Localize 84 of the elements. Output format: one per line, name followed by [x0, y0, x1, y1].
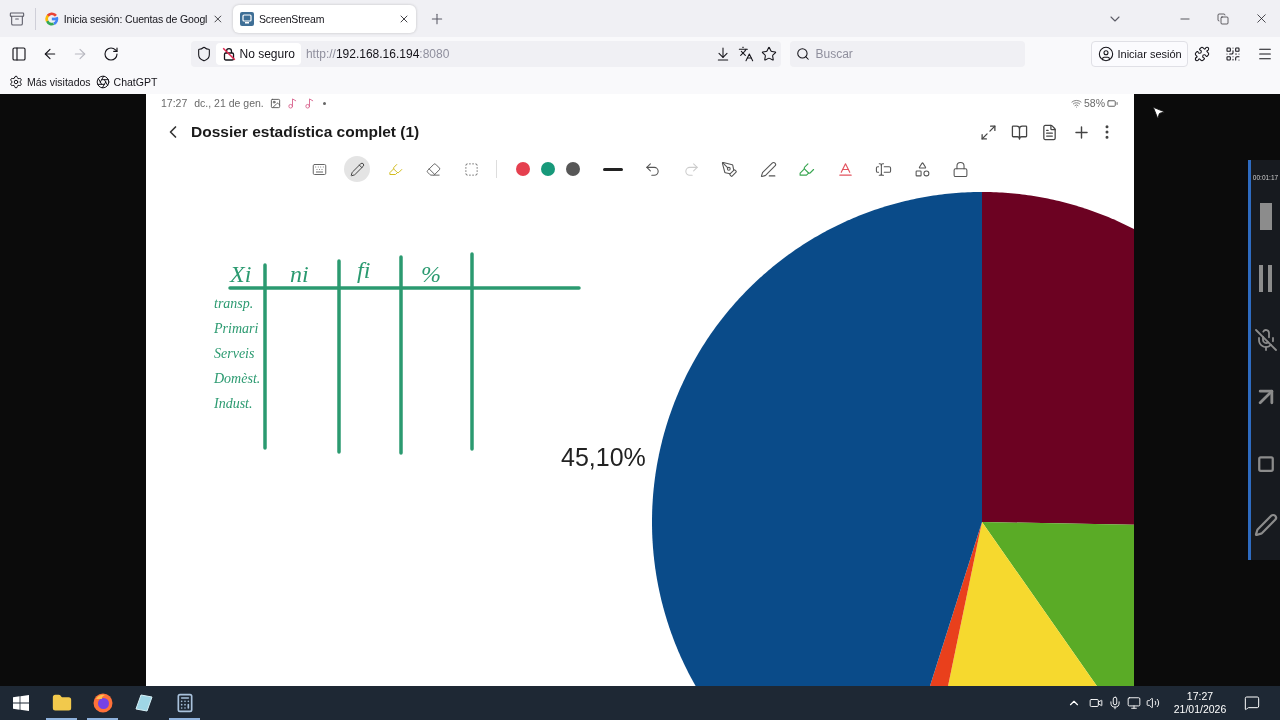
stop-icon[interactable] [1259, 203, 1272, 230]
image-icon [269, 97, 281, 109]
text-field-icon[interactable] [875, 160, 892, 178]
highlighter-icon [387, 161, 403, 177]
start-icon[interactable] [12, 695, 29, 711]
book-icon[interactable] [1010, 123, 1028, 141]
site-info-button[interactable]: No seguro [215, 42, 301, 65]
notification-icon[interactable] [1244, 695, 1260, 711]
wifi-icon [1071, 97, 1082, 109]
sidebar-icon[interactable] [11, 45, 27, 62]
pause-icon[interactable] [1259, 265, 1272, 292]
handwritten-header: fi [357, 258, 371, 282]
tilted-card-icon [134, 694, 153, 712]
settings-icon [9, 75, 23, 89]
square-icon[interactable] [1256, 455, 1275, 473]
volume-icon[interactable] [1146, 696, 1160, 710]
shapes-icon[interactable] [913, 160, 931, 178]
search-icon [795, 46, 810, 61]
handwritten-row-label: transp. [214, 297, 254, 311]
status-date: dc., 21 de gen. [194, 97, 264, 109]
undo-icon[interactable] [644, 160, 661, 178]
aperture-icon [95, 75, 110, 89]
pie-percent-label: 45,10% [561, 445, 646, 470]
star-icon[interactable] [760, 45, 777, 62]
round-logo-icon [92, 693, 113, 713]
color-swatch-icon[interactable] [541, 162, 555, 176]
mouse-pointer-icon [1151, 105, 1166, 120]
url-text: http://192.168.16.194:8080 [305, 46, 450, 61]
crossed-lock-icon [221, 46, 236, 61]
reload-icon[interactable] [102, 45, 119, 62]
handwritten-row-label: Domèst. [214, 372, 261, 386]
marker-icon[interactable] [798, 160, 815, 178]
expand-icon[interactable] [980, 123, 997, 141]
address-bar[interactable]: No seguro http://192.168.16.194:8080 [190, 40, 781, 67]
handwritten-header: Xi [230, 262, 252, 286]
line-width-icon[interactable] [603, 167, 623, 171]
mic-off-icon[interactable] [1253, 328, 1278, 352]
pen-line-icon[interactable] [759, 160, 777, 178]
music-note-icon [303, 97, 315, 109]
document-title: Dossier estadística complet (1) [191, 123, 420, 141]
document-icon[interactable] [1041, 123, 1058, 141]
handwritten-row-label: Serveis [214, 347, 255, 361]
pen-tool-button[interactable] [344, 156, 370, 182]
eraser-icon [425, 161, 441, 177]
battery-percent: 58% [1084, 97, 1105, 109]
browser-tab[interactable]: ScreenStream [233, 4, 416, 33]
account-icon [1097, 45, 1114, 62]
handwritten-header: ni [290, 262, 309, 286]
handwritten-row-label: Indust. [214, 397, 253, 411]
translate-icon[interactable] [737, 45, 754, 62]
text-style-icon[interactable] [836, 160, 854, 178]
camera-icon[interactable] [1089, 696, 1103, 710]
dot-icon [322, 101, 326, 105]
favicon-icon [240, 11, 254, 26]
monitor-icon[interactable] [1127, 696, 1141, 710]
archive-box-icon[interactable] [9, 10, 25, 27]
taskbar-time: 17:27 [1186, 690, 1214, 703]
handwritten-header: % [421, 262, 441, 286]
favicon-icon [45, 11, 59, 26]
search-field[interactable]: Buscar [789, 40, 1025, 67]
pen-icon[interactable] [1253, 513, 1278, 537]
pen-nib-icon[interactable] [721, 160, 738, 178]
taskbar-date: 21/01/2026 [1173, 703, 1227, 716]
puzzle-icon[interactable] [1193, 45, 1210, 62]
microphone-icon[interactable] [1108, 696, 1122, 710]
close-icon[interactable] [212, 12, 224, 25]
bookmark-link[interactable]: ChatGPT [95, 75, 158, 89]
handwritten-row-label: Primari [214, 322, 259, 336]
color-swatch-icon[interactable] [516, 162, 530, 176]
shield-icon[interactable] [195, 45, 212, 62]
bookmark-link[interactable]: Más visitados [9, 75, 91, 89]
color-swatch-icon[interactable] [566, 162, 580, 176]
music-note-icon [286, 97, 298, 109]
pencil-icon [349, 161, 365, 177]
browser-tab[interactable]: Inicia sesión: Cuentas de Googl [38, 4, 230, 33]
battery-icon [1107, 97, 1118, 109]
sign-in-button[interactable]: Iniciar sesión [1090, 40, 1188, 67]
folder-icon [51, 693, 72, 713]
keyboard-icon [311, 161, 327, 177]
lock-icon[interactable] [952, 160, 969, 178]
dashed-square-icon [463, 161, 479, 177]
status-time: 17:27 [161, 97, 188, 109]
qr-code-icon[interactable] [1225, 45, 1242, 62]
restore-icon[interactable] [1217, 12, 1229, 25]
